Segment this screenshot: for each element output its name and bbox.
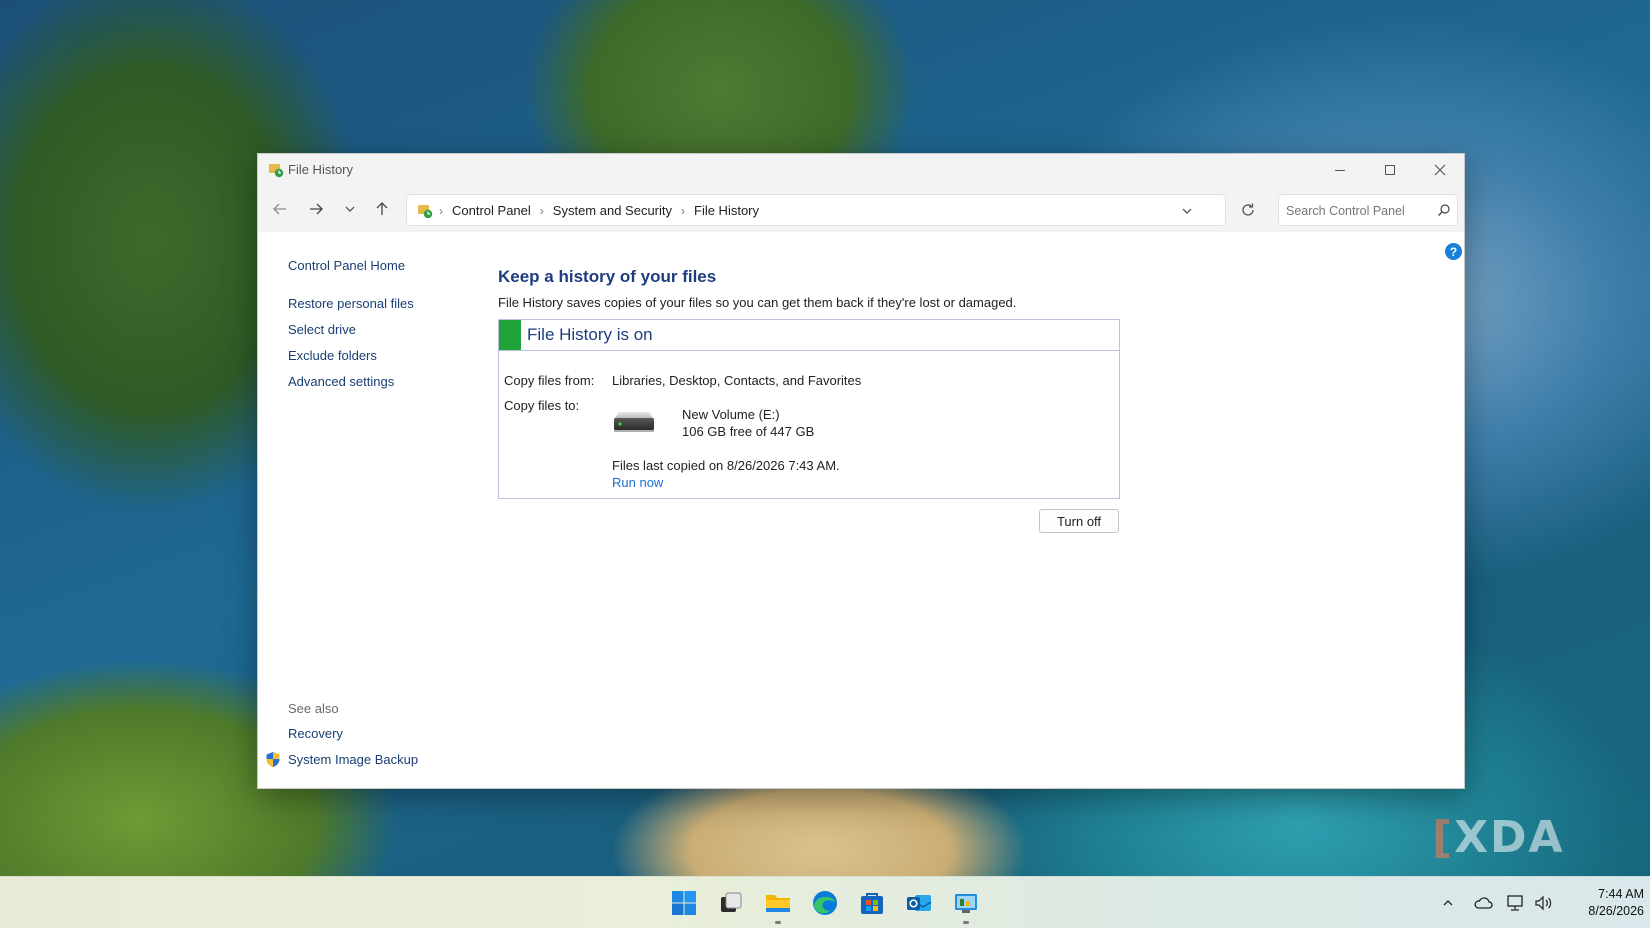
recovery-link[interactable]: Recovery <box>288 726 343 741</box>
file-history-window: File History › Control Panel › System an… <box>257 153 1465 789</box>
arrow-up-icon <box>376 202 388 215</box>
outlook-icon <box>907 895 932 911</box>
run-now-link[interactable]: Run now <box>612 475 663 490</box>
running-indicator <box>775 921 781 924</box>
help-icon[interactable]: ? <box>1445 243 1462 260</box>
back-button[interactable] <box>266 195 294 223</box>
search-input[interactable] <box>1286 201 1436 221</box>
start-button[interactable] <box>668 887 700 919</box>
drive-name: New Volume (E:) <box>682 407 780 422</box>
clock-date: 8/26/2026 <box>1588 904 1644 918</box>
forward-button[interactable] <box>302 195 330 223</box>
breadcrumb-separator[interactable]: › <box>681 204 685 218</box>
status-title: File History is on <box>527 325 653 344</box>
edge-icon <box>813 891 837 915</box>
copy-from-value: Libraries, Desktop, Contacts, and Favori… <box>612 373 862 388</box>
system-image-backup-link[interactable]: System Image Backup <box>288 752 418 767</box>
refresh-icon <box>1242 203 1254 216</box>
breadcrumb: › Control Panel › System and Security › … <box>439 203 759 218</box>
uac-shield-icon <box>266 752 280 767</box>
window-title: File History <box>288 162 354 177</box>
edge-button[interactable] <box>809 887 841 919</box>
task-view-icon <box>721 892 742 912</box>
breadcrumb-separator[interactable]: › <box>540 204 544 218</box>
onedrive-button[interactable] <box>1471 891 1495 915</box>
chevron-up-icon <box>1443 900 1453 906</box>
running-indicator <box>963 921 969 924</box>
file-history-app-icon <box>269 164 284 178</box>
cloud-icon <box>1474 897 1493 909</box>
network-button[interactable] <box>1504 891 1528 915</box>
up-button[interactable] <box>368 195 396 223</box>
refresh-button[interactable] <box>1234 196 1262 224</box>
turn-off-button[interactable]: Turn off <box>1039 509 1119 533</box>
show-hidden-icons-button[interactable] <box>1436 891 1460 915</box>
arrow-left-icon <box>273 203 286 215</box>
breadcrumb-control-panel[interactable]: Control Panel <box>452 203 531 218</box>
maximize-icon <box>1385 165 1395 175</box>
file-explorer-button[interactable] <box>762 887 794 924</box>
start-icon <box>672 891 696 915</box>
search-icon[interactable] <box>1437 203 1451 217</box>
arrow-right-icon <box>310 203 323 215</box>
minimize-icon <box>1335 169 1345 171</box>
chevron-down-icon <box>1182 208 1192 214</box>
navigation-bar: › Control Panel › System and Security › … <box>258 186 1464 232</box>
clock-time: 7:44 AM <box>1598 887 1644 901</box>
control-panel-icon <box>955 894 977 913</box>
exclude-folders-link[interactable]: Exclude folders <box>288 348 377 363</box>
restore-personal-files-link[interactable]: Restore personal files <box>288 296 414 311</box>
title-bar[interactable]: File History <box>258 154 1464 186</box>
address-dropdown-button[interactable] <box>1177 201 1197 221</box>
recent-locations-button[interactable] <box>336 195 364 223</box>
taskbar: 7:44 AM 8/26/2026 <box>0 876 1650 928</box>
status-indicator <box>499 320 521 350</box>
xda-watermark: [XDA <box>1432 812 1565 863</box>
control-panel-taskbar-button[interactable] <box>950 887 982 924</box>
copy-to-label: Copy files to: <box>504 398 580 413</box>
hard-drive-icon <box>614 412 654 432</box>
store-button[interactable] <box>856 887 888 919</box>
store-icon <box>861 893 883 914</box>
breadcrumb-system-and-security[interactable]: System and Security <box>553 203 672 218</box>
outlook-button[interactable] <box>903 887 935 919</box>
file-explorer-icon <box>766 895 790 912</box>
volume-button[interactable] <box>1532 891 1556 915</box>
minimize-button[interactable] <box>1316 154 1364 186</box>
copy-from-label: Copy files from: <box>504 373 595 388</box>
breadcrumb-separator: › <box>439 203 443 218</box>
file-history-status-panel: File History is on Copy files from: Libr… <box>498 319 1120 499</box>
clock[interactable]: 7:44 AM 8/26/2026 <box>1560 886 1644 920</box>
search-box[interactable] <box>1278 194 1458 226</box>
breadcrumb-file-history[interactable]: File History <box>694 203 759 218</box>
control-panel-home-link[interactable]: Control Panel Home <box>288 258 405 273</box>
last-copied-text: Files last copied on 8/26/2026 7:43 AM. <box>612 458 840 473</box>
page-title: Keep a history of your files <box>498 267 717 286</box>
select-drive-link[interactable]: Select drive <box>288 322 356 337</box>
status-header: File History is on <box>499 320 1119 351</box>
network-icon <box>1507 895 1523 911</box>
maximize-button[interactable] <box>1366 154 1414 186</box>
address-bar[interactable]: › Control Panel › System and Security › … <box>406 194 1226 226</box>
chevron-down-icon <box>345 206 355 212</box>
drive-free-space: 106 GB free of 447 GB <box>682 424 815 439</box>
see-also-heading: See also <box>288 701 339 716</box>
advanced-settings-link[interactable]: Advanced settings <box>288 374 394 389</box>
page-description: File History saves copies of your files … <box>498 295 1017 310</box>
close-button[interactable] <box>1416 154 1464 186</box>
volume-icon <box>1535 895 1552 911</box>
control-panel-icon <box>418 205 433 219</box>
close-icon <box>1434 164 1446 176</box>
task-view-button[interactable] <box>715 887 747 919</box>
